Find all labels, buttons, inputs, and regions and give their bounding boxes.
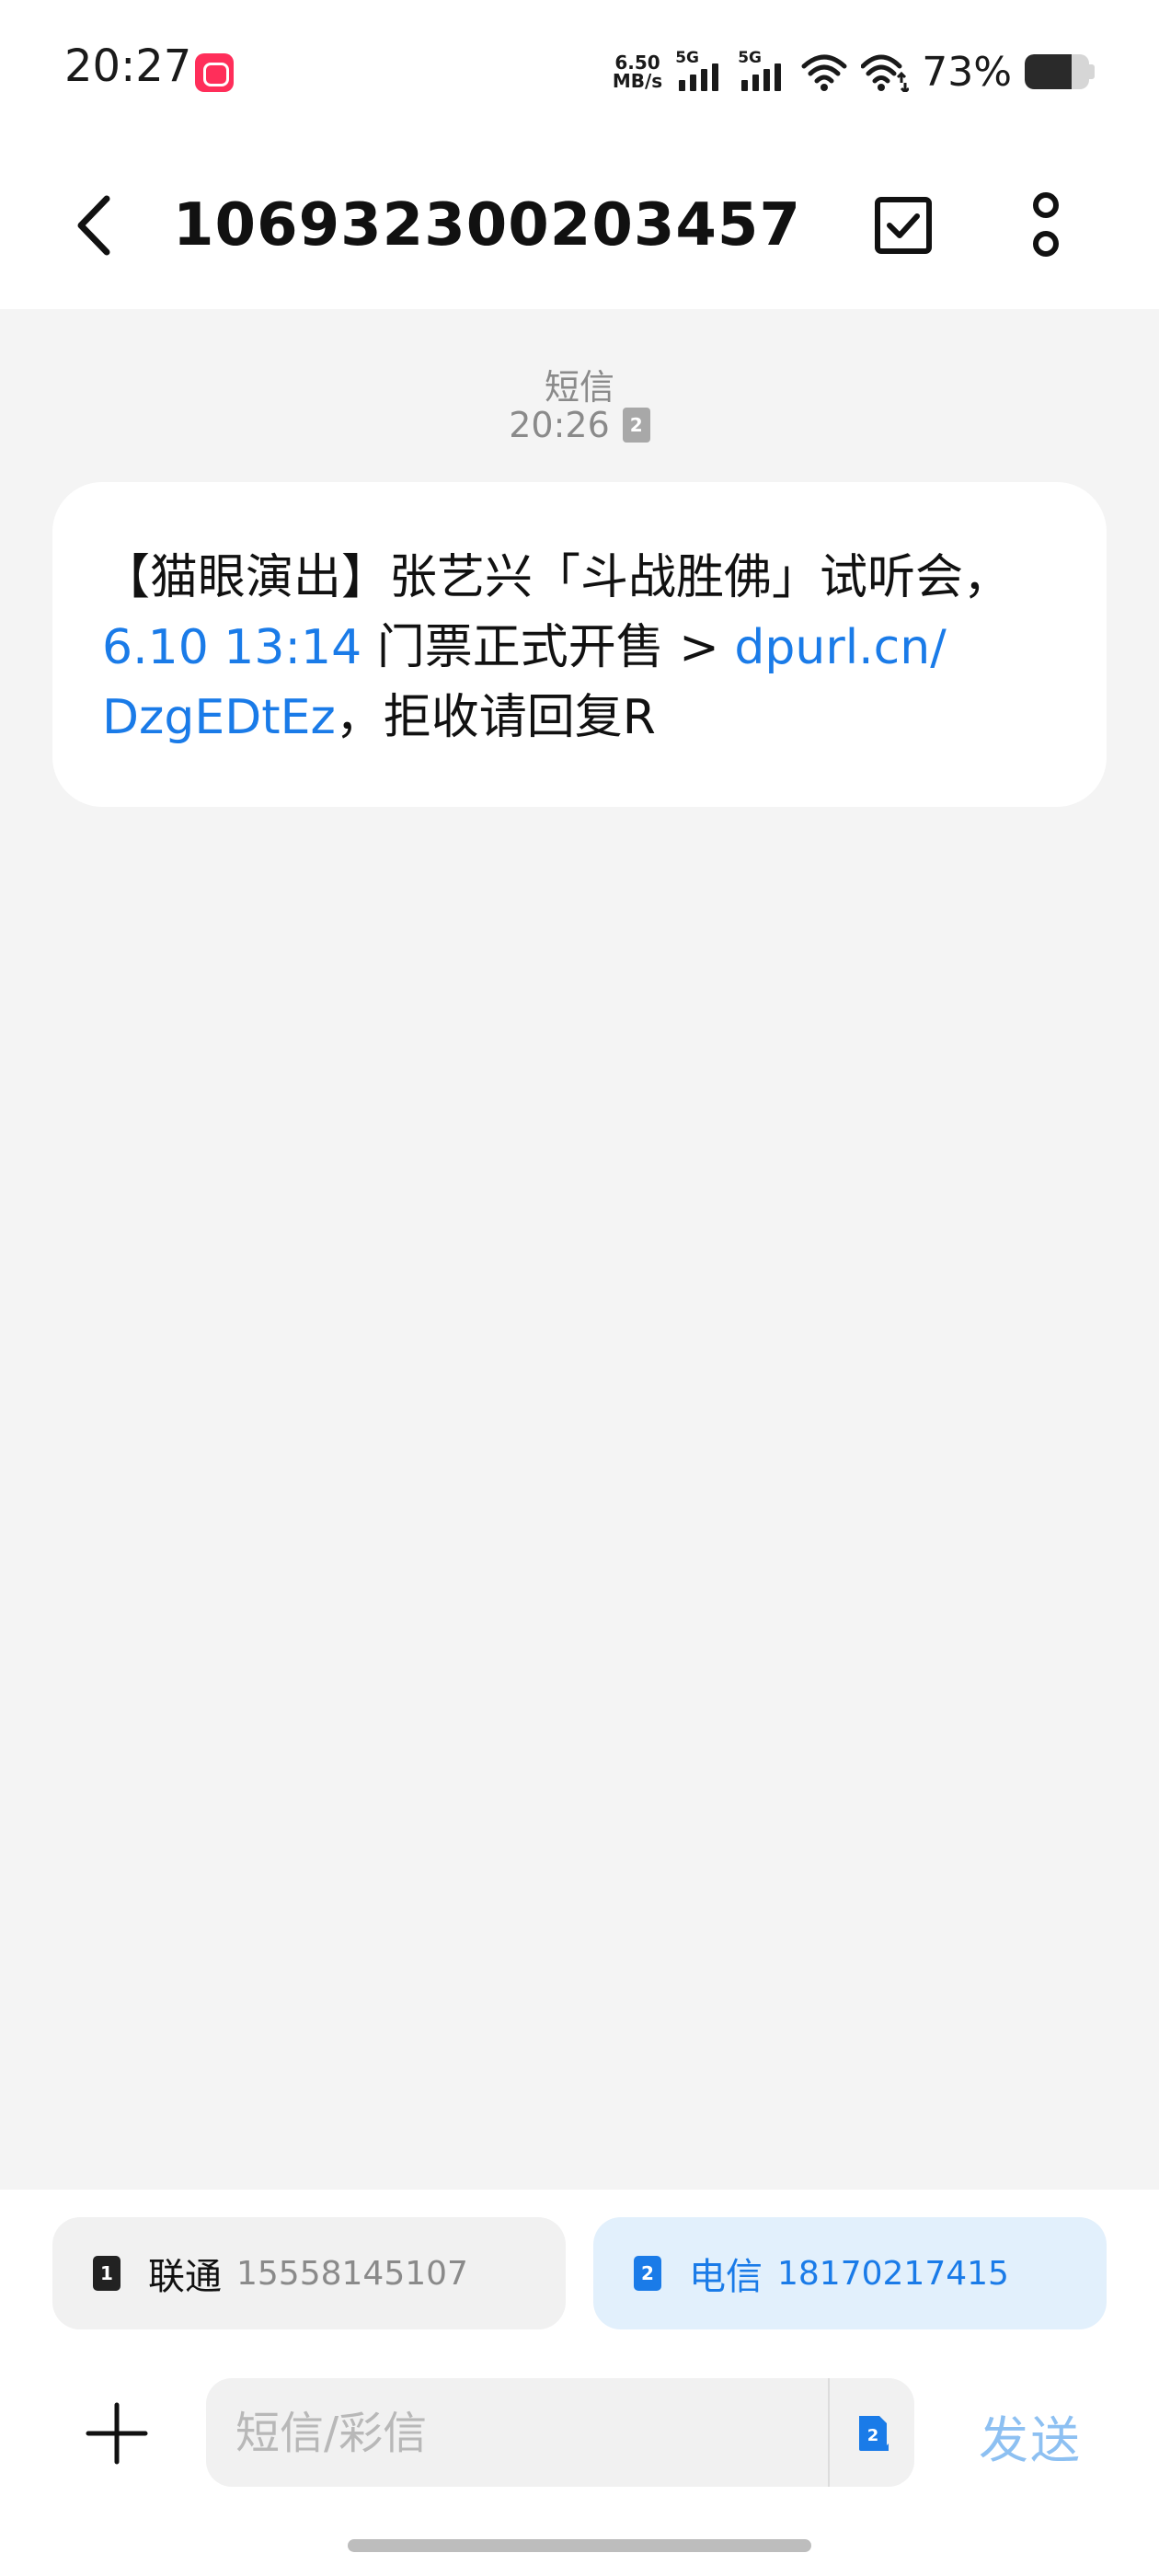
message-time: 20:26 [509,405,610,445]
page-title: 106932300203457 [173,191,801,259]
battery-icon [1025,54,1089,89]
status-time: 20:27 [64,40,192,92]
battery-percent: 73% [922,48,1012,96]
network-speed-value: 6.50 [614,52,660,74]
battery-fill [1025,54,1073,89]
sim2-network-type: 5G [738,49,762,67]
message-text-part2: 门票正式开售 > [376,620,735,675]
more-vertical-icon [1033,192,1059,257]
message-text-part1: 【猫眼演出】张艺兴「斗战胜佛」试听会， [102,550,1012,605]
sim-card-icon: 2 [622,408,650,443]
back-arrow-icon [77,195,110,256]
home-indicator[interactable] [348,2539,811,2552]
sim1-selector[interactable]: 1 联通 15558145107 [52,2217,566,2329]
message-bubble[interactable]: 【猫眼演出】张艺兴「斗战胜佛」试听会， 6.10 13:14 门票正式开售 > d… [52,482,1107,807]
message-timestamp: 20:26 2 [0,405,1159,445]
message-text-part3: ，拒收请回复R [335,690,656,745]
composer-sim-badge: 2 [867,2426,879,2445]
battery-tip [1089,64,1095,79]
sim1-number: 15558145107 [236,2254,468,2293]
url-link-line1: dpurl.cn/ [734,620,947,675]
composer-area: 1 联通 15558145107 2 电信 18170217415 2 发送 [0,2190,1159,2576]
wifi-data-icon [861,54,910,92]
sim1-carrier: 联通 [148,2256,222,2298]
input-divider [828,2378,830,2487]
message-type-label: 短信 [544,367,614,408]
add-attachment-button[interactable] [85,2401,149,2466]
sim2-icon: 2 [634,2256,661,2291]
network-speed-unit: MB/s [612,70,663,92]
sim1-network-type: 5G [675,49,699,67]
sim1-icon: 1 [93,2256,120,2291]
status-bar: 20:27 6.50 MB/s 5G 5G 73% [0,0,1159,147]
sim-switch-icon[interactable]: 2 [855,2414,890,2453]
conversation-header: 106932300203457 [0,147,1159,309]
message-input[interactable] [234,2378,826,2489]
url-link-line2: DzgEDtEz [102,690,336,745]
sim2-selector[interactable]: 2 电信 18170217415 [593,2217,1107,2329]
sim2-carrier: 电信 [689,2256,763,2298]
sim2-number: 18170217415 [777,2254,1009,2293]
more-options-button[interactable] [1023,179,1069,271]
network-speed: 6.50 MB/s [613,53,662,90]
send-button[interactable]: 发送 [979,2399,1082,2472]
status-right-group: 6.50 MB/s 5G 5G 73% [613,44,1095,99]
checkbox-icon [875,197,932,254]
sim2-signal-icon: 5G [738,49,787,95]
datetime-link[interactable]: 6.10 13:14 [102,620,361,675]
maoyan-notification-icon [195,53,234,92]
back-button[interactable] [66,184,121,267]
select-button[interactable] [868,189,938,262]
wifi-icon [801,54,847,91]
sim1-signal-icon: 5G [675,49,725,95]
message-input-box: 2 [206,2378,914,2489]
